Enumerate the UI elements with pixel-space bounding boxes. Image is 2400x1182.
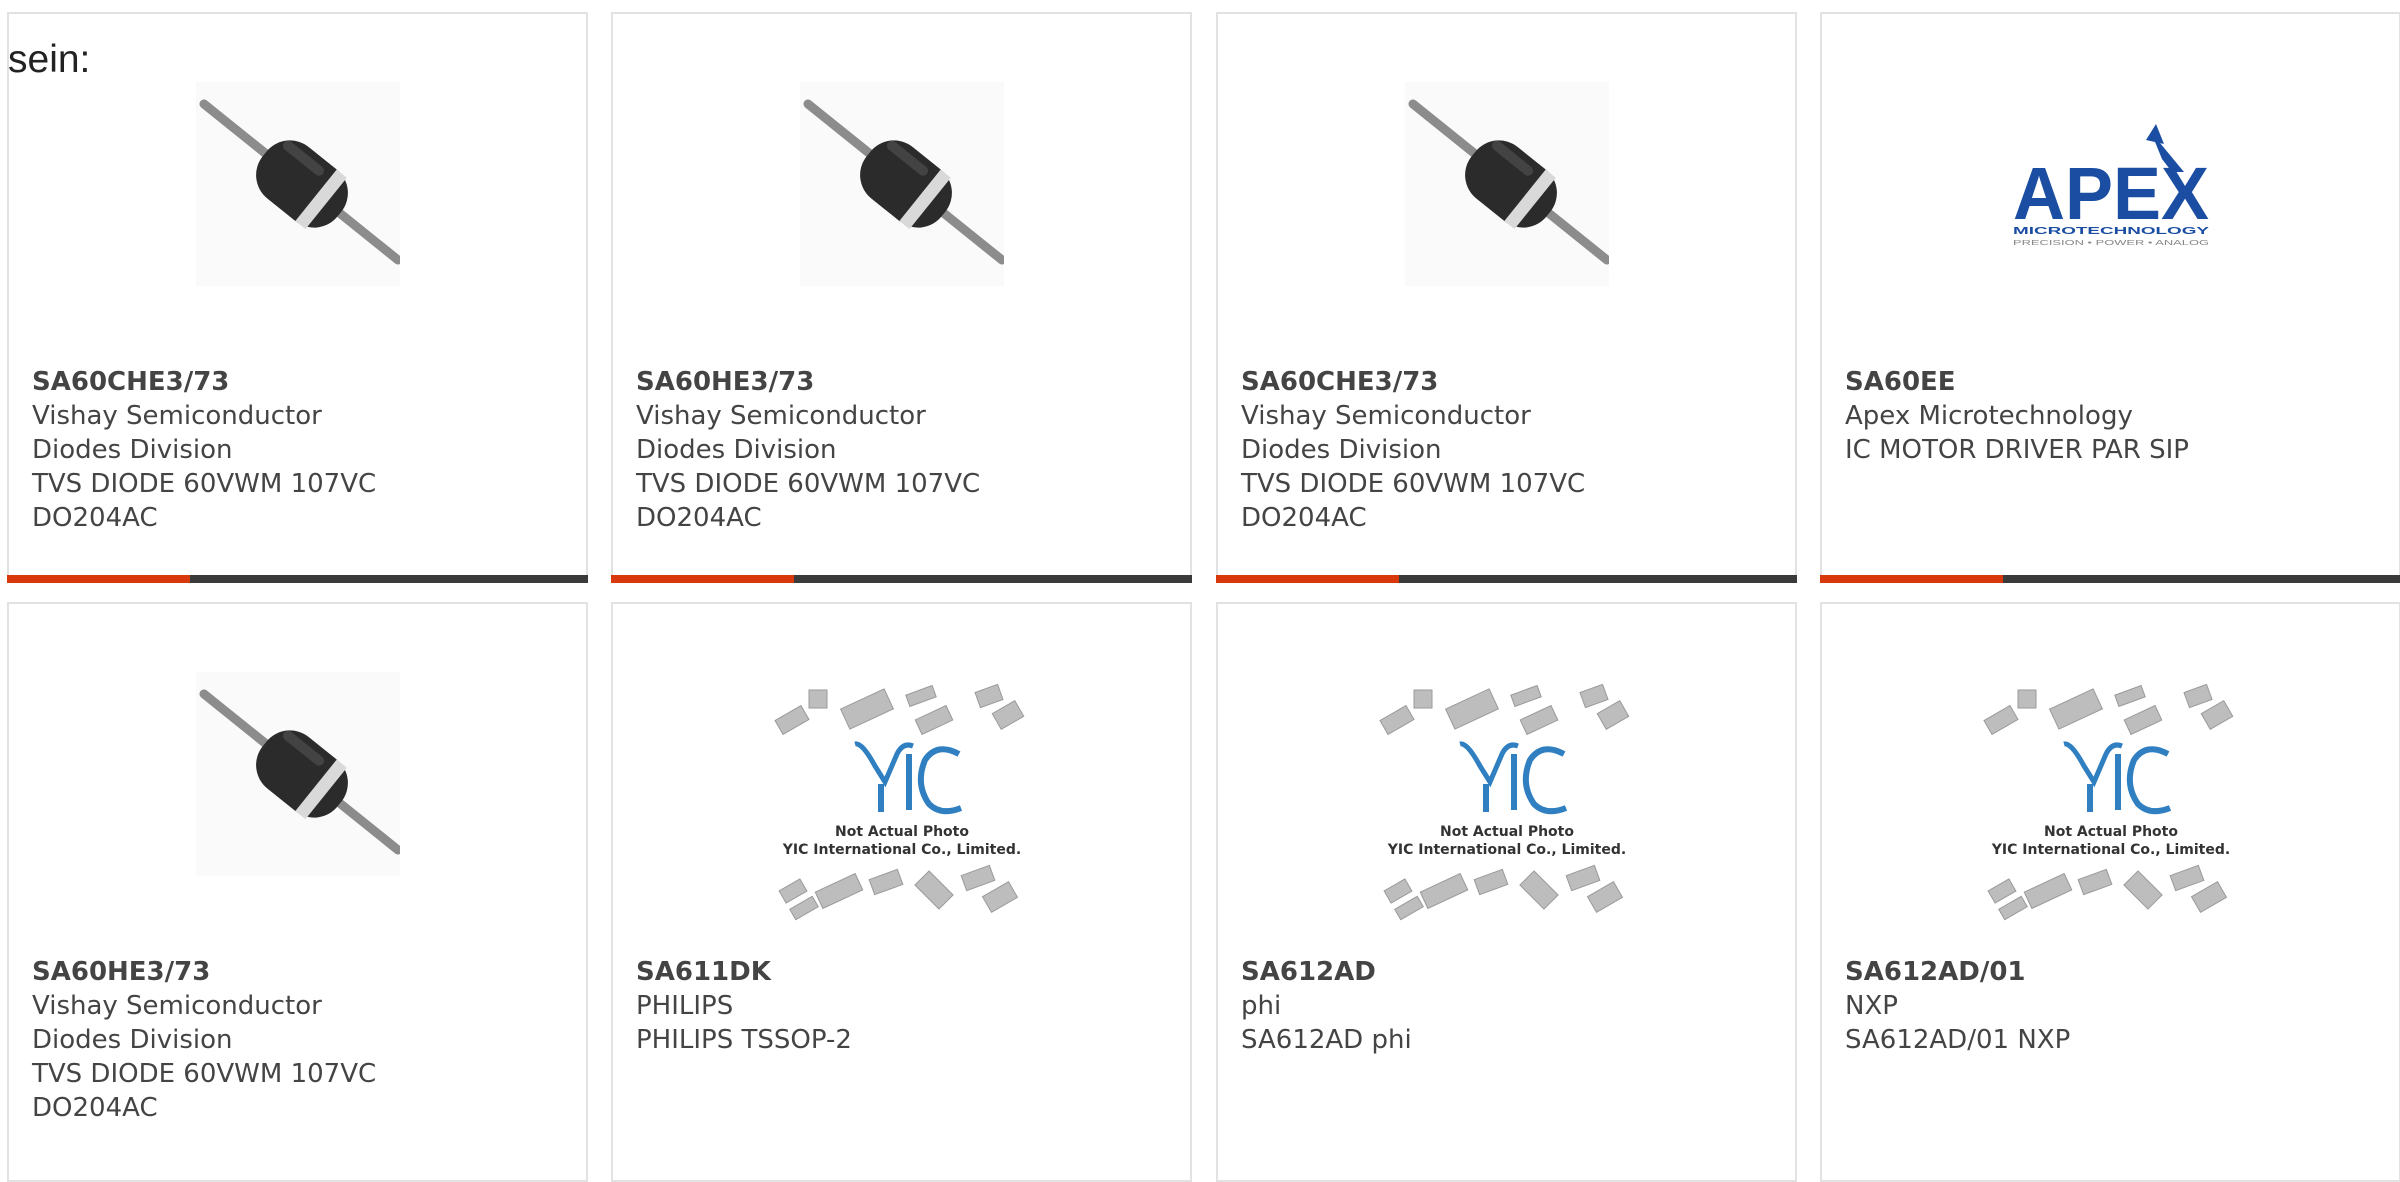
product-grid: SA60CHE3/73 Vishay Semiconductor Diodes D… bbox=[0, 0, 2400, 1182]
part-number-link[interactable]: SA612AD/01 bbox=[1845, 955, 2215, 989]
manufacturer-name: phi bbox=[1241, 991, 1282, 1021]
product-card[interactable]: APEX MICROTECHNOLOGY PRECISION • POWER •… bbox=[1820, 12, 2400, 583]
card-bottom-bar bbox=[611, 575, 1192, 583]
diode-image bbox=[195, 672, 400, 876]
product-image[interactable]: Not Actual Photo YIC International Co., … bbox=[1822, 684, 2399, 924]
product-image[interactable]: APEX MICROTECHNOLOGY PRECISION • POWER •… bbox=[1822, 114, 2399, 264]
product-card[interactable]: SA60CHE3/73 Vishay Semiconductor Diodes D… bbox=[7, 12, 588, 583]
product-description: SA612AD phi bbox=[1241, 1025, 1412, 1055]
part-number-link[interactable]: SA612AD bbox=[1241, 955, 1611, 989]
product-card[interactable]: Not Actual Photo YIC International Co., … bbox=[611, 602, 1192, 1182]
card-accent-bar bbox=[7, 575, 190, 583]
part-number-link[interactable]: SA60CHE3/73 bbox=[1241, 365, 1611, 399]
part-number-link[interactable]: SA611DK bbox=[636, 955, 1006, 989]
product-info: SA60EE Apex Microtechnology IC MOTOR DRIVE… bbox=[1845, 365, 2215, 467]
manufacturer-name: NXP bbox=[1845, 991, 1898, 1021]
placeholder-line2: YIC International Co., Limited. bbox=[1386, 842, 1625, 858]
card-bottom-bar bbox=[1216, 575, 1797, 583]
apex-logo-tagline: PRECISION • POWER • ANALOG bbox=[2013, 240, 2209, 247]
card-accent-bar bbox=[611, 575, 794, 583]
product-info: SA611DK PHILIPS PHILIPS TSSOP-2 bbox=[636, 955, 1006, 1057]
not-actual-photo-image: Not Actual Photo YIC International Co., … bbox=[1378, 684, 1629, 921]
product-info: SA60HE3/73 Vishay Semiconductor Diodes Di… bbox=[636, 365, 1006, 535]
manufacturer-name: Vishay Semiconductor Diodes Division bbox=[1241, 401, 1531, 465]
product-image[interactable] bbox=[613, 82, 1190, 286]
product-description: TVS DIODE 60VWM 107VC DO204AC bbox=[1241, 469, 1586, 533]
diode-image bbox=[1404, 82, 1609, 286]
manufacturer-name: PHILIPS bbox=[636, 991, 734, 1021]
product-description: TVS DIODE 60VWM 107VC DO204AC bbox=[32, 1059, 377, 1123]
not-actual-photo-image: Not Actual Photo YIC International Co., … bbox=[773, 684, 1024, 921]
manufacturer-name: Apex Microtechnology bbox=[1845, 401, 2133, 431]
product-description: SA612AD/01 NXP bbox=[1845, 1025, 2071, 1055]
placeholder-line1: Not Actual Photo bbox=[835, 824, 969, 840]
placeholder-line1: Not Actual Photo bbox=[1440, 824, 1574, 840]
placeholder-line1: Not Actual Photo bbox=[2044, 824, 2178, 840]
lead-text: sein: bbox=[8, 38, 91, 81]
manufacturer-name: Vishay Semiconductor Diodes Division bbox=[636, 401, 926, 465]
manufacturer-name: Vishay Semiconductor Diodes Division bbox=[32, 401, 322, 465]
apex-logo-sub: MICROTECHNOLOGY bbox=[2013, 226, 2210, 237]
product-image[interactable]: Not Actual Photo YIC International Co., … bbox=[1218, 684, 1795, 924]
product-image[interactable] bbox=[1218, 82, 1795, 286]
product-description: PHILIPS TSSOP-2 bbox=[636, 1025, 852, 1055]
product-info: SA60CHE3/73 Vishay Semiconductor Diodes D… bbox=[32, 365, 402, 535]
product-description: TVS DIODE 60VWM 107VC DO204AC bbox=[32, 469, 377, 533]
product-info: SA60CHE3/73 Vishay Semiconductor Diodes D… bbox=[1241, 365, 1611, 535]
product-card[interactable]: SA60HE3/73 Vishay Semiconductor Diodes Di… bbox=[7, 602, 588, 1182]
product-card[interactable]: Not Actual Photo YIC International Co., … bbox=[1820, 602, 2400, 1182]
manufacturer-name: Vishay Semiconductor Diodes Division bbox=[32, 991, 322, 1055]
product-info: SA60HE3/73 Vishay Semiconductor Diodes Di… bbox=[32, 955, 402, 1125]
part-number-link[interactable]: SA60HE3/73 bbox=[32, 955, 402, 989]
product-card[interactable]: SA60HE3/73 Vishay Semiconductor Diodes Di… bbox=[611, 12, 1192, 583]
product-description: IC MOTOR DRIVER PAR SIP bbox=[1845, 435, 2189, 465]
card-bottom-bar bbox=[7, 575, 588, 583]
card-accent-bar bbox=[1820, 575, 2003, 583]
product-image[interactable]: Not Actual Photo YIC International Co., … bbox=[613, 684, 1190, 924]
product-card[interactable]: SA60CHE3/73 Vishay Semiconductor Diodes D… bbox=[1216, 12, 1797, 583]
not-actual-photo-image: Not Actual Photo YIC International Co., … bbox=[1982, 684, 2233, 921]
part-number-link[interactable]: SA60EE bbox=[1845, 365, 2215, 399]
product-image[interactable] bbox=[9, 82, 586, 286]
part-number-link[interactable]: SA60HE3/73 bbox=[636, 365, 1006, 399]
apex-logo-image: APEX MICROTECHNOLOGY PRECISION • POWER •… bbox=[2013, 124, 2210, 247]
placeholder-line2: YIC International Co., Limited. bbox=[1990, 842, 2229, 858]
product-info: SA612AD phi SA612AD phi bbox=[1241, 955, 1611, 1057]
apex-logo-word: APEX bbox=[2013, 152, 2209, 235]
diode-image bbox=[799, 82, 1004, 286]
product-image[interactable] bbox=[9, 672, 586, 876]
product-info: SA612AD/01 NXP SA612AD/01 NXP bbox=[1845, 955, 2215, 1057]
product-description: TVS DIODE 60VWM 107VC DO204AC bbox=[636, 469, 981, 533]
card-bottom-bar bbox=[1820, 575, 2400, 583]
card-accent-bar bbox=[1216, 575, 1399, 583]
product-card[interactable]: Not Actual Photo YIC International Co., … bbox=[1216, 602, 1797, 1182]
part-number-link[interactable]: SA60CHE3/73 bbox=[32, 365, 402, 399]
placeholder-line2: YIC International Co., Limited. bbox=[781, 842, 1020, 858]
diode-image bbox=[195, 82, 400, 286]
